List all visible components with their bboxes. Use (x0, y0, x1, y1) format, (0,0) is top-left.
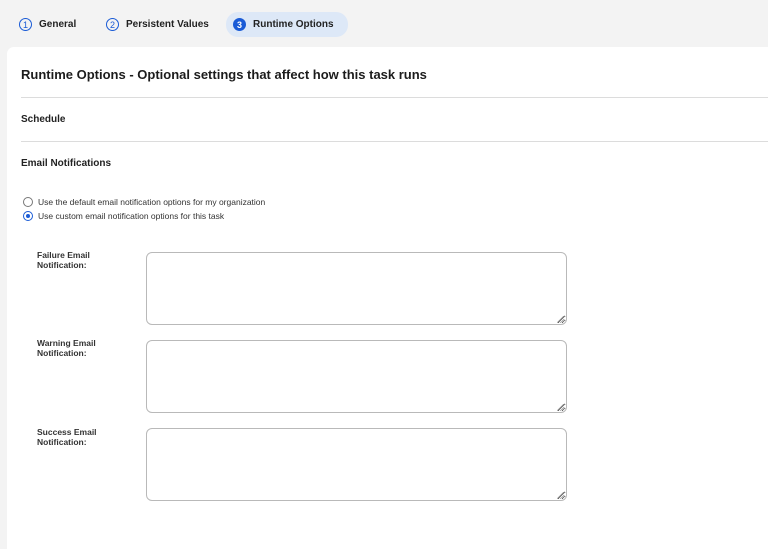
default-email-option[interactable]: Use the default email notification optio… (23, 197, 265, 207)
success-email-textarea[interactable] (146, 428, 567, 501)
custom-email-label: Use custom email notification options fo… (38, 211, 225, 221)
wizard-steps: 1 General 2 Persistent Values 3 Runtime … (0, 9, 768, 40)
custom-email-radio[interactable] (23, 211, 33, 221)
email-notifications-section-header: Email Notifications (21, 158, 112, 169)
warning-email-label: Warning Email Notification: (37, 338, 96, 358)
custom-email-option[interactable]: Use custom email notification options fo… (23, 211, 224, 221)
warning-email-textarea[interactable] (146, 340, 567, 413)
failure-email-label: Failure Email Notification: (37, 250, 90, 270)
step-number-2: 2 (106, 18, 119, 31)
default-email-radio[interactable] (23, 197, 33, 207)
step-label-persistent-values: Persistent Values (126, 19, 209, 30)
step-label-runtime-options: Runtime Options (253, 19, 334, 30)
step-number-3: 3 (233, 18, 246, 31)
step-label-general: General (39, 19, 77, 30)
step-runtime-options[interactable]: 3 Runtime Options (226, 12, 348, 37)
divider (21, 97, 768, 98)
failure-email-textarea[interactable] (146, 252, 567, 325)
page-title: Runtime Options - Optional settings that… (21, 67, 427, 82)
default-email-label: Use the default email notification optio… (38, 197, 266, 207)
schedule-section-header[interactable]: Schedule (21, 114, 65, 125)
runtime-options-panel: Runtime Options - Optional settings that… (7, 47, 768, 549)
divider (21, 141, 768, 142)
step-number-1: 1 (19, 18, 32, 31)
step-general[interactable]: 1 General (12, 12, 88, 37)
success-email-label: Success Email Notification: (37, 427, 97, 447)
step-persistent-values[interactable]: 2 Persistent Values (99, 12, 221, 37)
